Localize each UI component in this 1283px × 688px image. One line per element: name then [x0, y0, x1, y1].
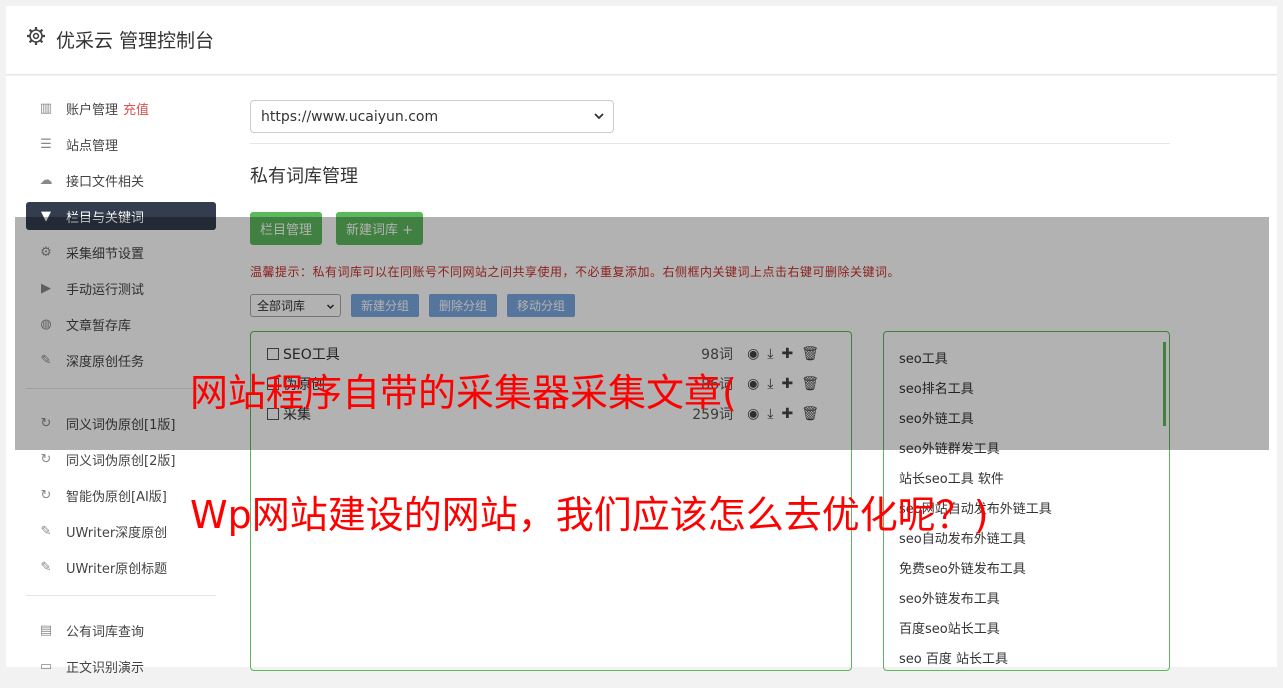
app-title: 优采云 管理控制台 [56, 30, 215, 52]
sidebar-item-label: 智能伪原创[AI版] [66, 489, 167, 505]
server-icon: ☰ [40, 136, 52, 152]
keyword-item[interactable]: 百度seo站长工具 [899, 618, 1000, 637]
cloud-upload-icon: ☁ [39, 172, 53, 188]
sidebar-item-label: UWriter深度原创 [66, 525, 168, 541]
divider [250, 143, 1170, 144]
sidebar-item-account[interactable]: ▥ 账户管理 充值 [26, 94, 216, 122]
sidebar-item-public-library[interactable]: ▤ 公有词库查询 [26, 616, 216, 644]
sidebar-item-uwriter-title[interactable]: ✎ UWriter原创标题 [26, 553, 216, 581]
keyword-item[interactable]: seo 百度 站长工具 [899, 648, 1008, 667]
bar-chart-icon: ▥ [39, 100, 53, 116]
sidebar-item-uwriter-deep[interactable]: ✎ UWriter深度原创 [26, 517, 216, 545]
edit-icon: ✎ [40, 559, 52, 575]
recharge-link[interactable]: 充值 [123, 99, 149, 118]
sidebar-item-text-recognition[interactable]: ▭ 正文识别演示 [26, 652, 216, 680]
monitor-icon: ▭ [39, 658, 53, 674]
sidebar-item-label: 接口文件相关 [66, 174, 145, 190]
sidebar-item-label: 账户管理 [66, 102, 119, 118]
edit-icon: ✎ [40, 523, 52, 539]
section-title: 私有词库管理 [250, 166, 358, 187]
sidebar-item-label: 同义词伪原创[2版] [66, 453, 176, 469]
app-header: 优采云 管理控制台 [6, 6, 1277, 75]
refresh-icon: ↻ [40, 451, 52, 467]
site-select[interactable]: https://www.ucaiyun.com [250, 100, 614, 133]
overlay-title-line2: Wp网站建设的网站，我们应该怎么去优化呢？) [190, 493, 989, 537]
site-select-value: https://www.ucaiyun.com [261, 108, 439, 125]
sidebar-item-label: 正文识别演示 [66, 660, 145, 676]
sidebar-item-ai-rewrite[interactable]: ↻ 智能伪原创[AI版] [26, 481, 216, 509]
sidebar-item-label: UWriter原创标题 [66, 561, 168, 577]
refresh-icon: ↻ [40, 487, 52, 503]
book-icon: ▤ [39, 622, 53, 638]
chevron-down-icon [594, 113, 604, 120]
sidebar-item-sites[interactable]: ☰ 站点管理 [26, 130, 216, 158]
keyword-item[interactable]: 免费seo外链发布工具 [899, 558, 1026, 577]
keyword-item[interactable]: seo外链发布工具 [899, 588, 1000, 607]
sidebar-item-interface-files[interactable]: ☁ 接口文件相关 [26, 166, 216, 194]
sidebar-item-label: 站点管理 [66, 138, 119, 154]
sidebar-item-label: 公有词库查询 [66, 624, 145, 640]
sidebar-divider [26, 595, 216, 596]
gear-icon [27, 27, 45, 45]
overlay-title-line1: 网站程序自带的采集器采集文章( [190, 371, 737, 415]
